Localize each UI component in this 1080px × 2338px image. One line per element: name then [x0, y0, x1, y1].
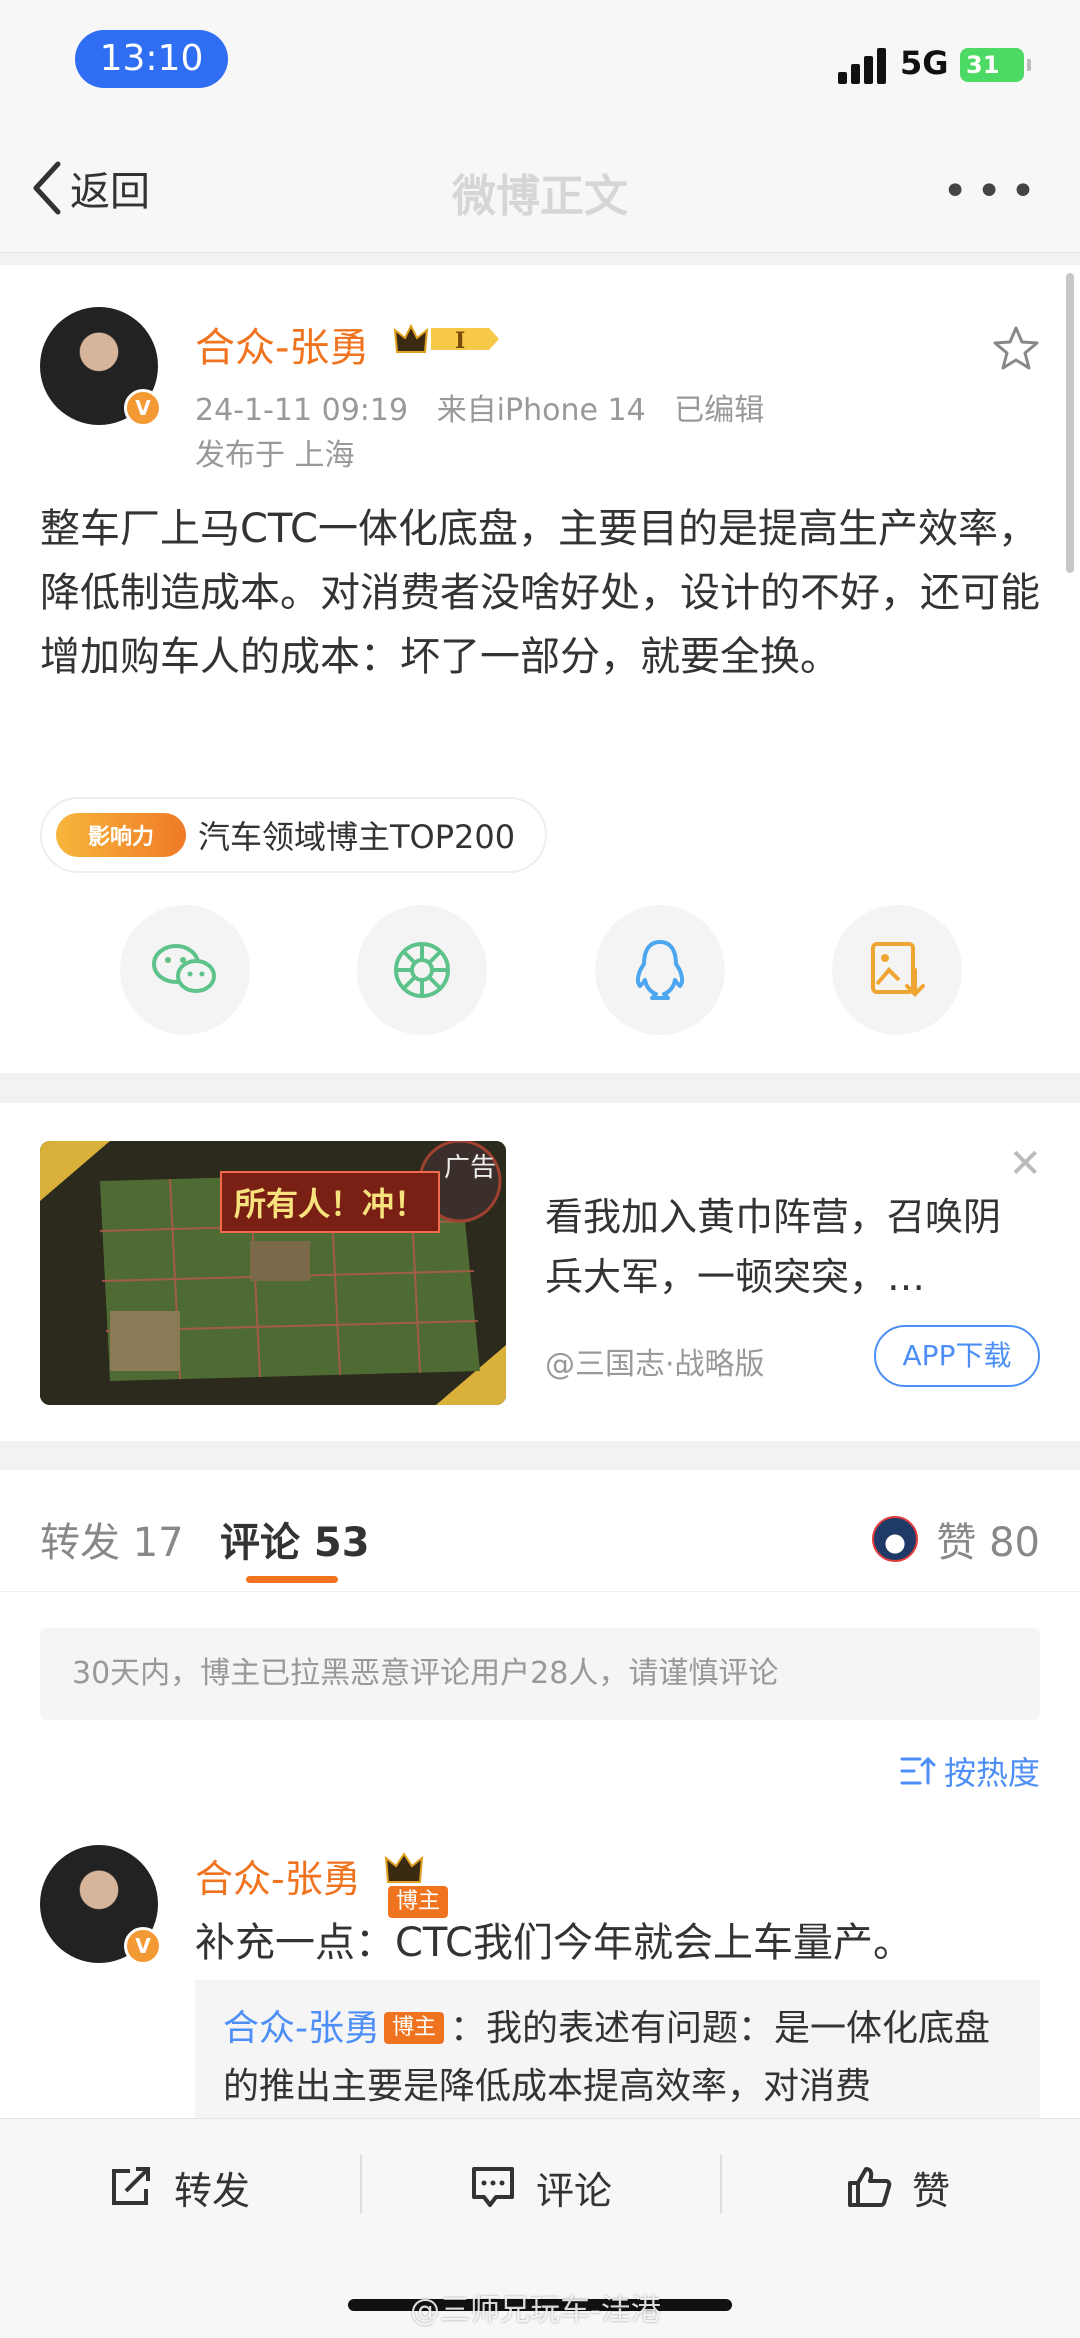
author-name[interactable]: 合众-张勇 — [195, 315, 369, 373]
comment-text: 补充一点：CTC我们今年就会上车量产。 — [195, 1920, 913, 1966]
qq-icon — [635, 940, 685, 1000]
more-icon[interactable]: ••• — [942, 166, 1044, 217]
repost-icon — [112, 2167, 150, 2205]
post-card: V 合众-张勇 I 24-1-11 09:19 来自iPhone 14 已编辑 … — [0, 265, 1080, 1073]
reply-blogger-tag: 博主 — [384, 2012, 445, 2044]
penguin-icon — [872, 1516, 919, 1562]
bottom-action-bar: 转发 评论 赞 @三师兄玩车-洼港 — [0, 2118, 1080, 2338]
comment-author[interactable]: 合众-张勇 — [195, 1848, 361, 1903]
repost-button[interactable]: 转发 — [108, 2157, 250, 2217]
post-time: 24-1-11 09:19 — [195, 393, 409, 428]
reply-author[interactable]: 合众-张勇 — [223, 2008, 380, 2049]
tab-active-indicator — [246, 1576, 338, 1583]
sort-label: 按热度 — [943, 1754, 1040, 1792]
sort-icon — [900, 1756, 936, 1785]
vip-crown-icon: I — [393, 323, 499, 354]
close-icon[interactable]: ✕ — [1008, 1141, 1042, 1187]
comment-avatar[interactable]: V — [40, 1845, 162, 1965]
app-download-button[interactable]: APP下载 — [874, 1325, 1040, 1387]
influence-text: 汽车领域博主TOP200 — [198, 818, 516, 856]
save-image-button[interactable] — [832, 905, 962, 1035]
sort-button[interactable]: 按热度 — [900, 1748, 1040, 1794]
post-body: 整车厂上马CTC一体化底盘，主要目的是提高生产效率，降低制造成本。对消费者没啥好… — [40, 506, 1040, 680]
comment-icon — [472, 2167, 514, 2207]
post-meta: 24-1-11 09:19 来自iPhone 14 已编辑 — [195, 385, 764, 429]
crown-icon — [384, 1852, 424, 1883]
ad-label: 广告 — [443, 1153, 496, 1183]
tab-likes[interactable]: 赞 80 — [872, 1510, 1040, 1568]
post-location: 发布于 上海 — [195, 438, 355, 473]
battery-icon: 31 — [960, 48, 1031, 82]
divider — [360, 2155, 362, 2213]
post-source: 来自iPhone 14 — [436, 393, 646, 428]
page-title: 微博正文 — [452, 171, 628, 222]
divider — [720, 2155, 722, 2213]
reply-preview[interactable]: 合众-张勇 博主 ：我的表述有问题：是一体化底盘的推出主要是降低成本提高效率，对消费 — [195, 1980, 1040, 2118]
ad-text[interactable]: 看我加入黄巾阵营，召唤阴兵大军，一顿突突，… — [545, 1187, 1025, 1307]
share-row — [120, 905, 962, 1035]
repost-label: 转发 — [174, 2168, 251, 2213]
tab-bar: 转发 17 评论 53 赞 80 — [0, 1470, 1080, 1592]
comment-button[interactable]: 评论 — [470, 2157, 612, 2217]
network-label: 5G — [900, 44, 949, 82]
like-button[interactable]: 赞 — [846, 2157, 950, 2217]
ad-image[interactable]: 所有人！冲！ 广告 — [40, 1141, 506, 1405]
share-moments-button[interactable] — [357, 905, 487, 1035]
post-edited[interactable]: 已编辑 — [674, 393, 764, 428]
status-time: 13:10 — [75, 30, 228, 88]
verified-icon: V — [124, 389, 162, 427]
comment-notice: 30天内，博主已拉黑恶意评论用户28人，请谨慎评论 — [40, 1628, 1040, 1720]
like-label: 赞 — [912, 2168, 951, 2213]
ad-card[interactable]: 所有人！冲！ 广告 ✕ 看我加入黄巾阵营，召唤阴兵大军，一顿突突，… @三国志·… — [0, 1103, 1080, 1441]
nav-bar: 返回 微博正文 ••• — [0, 120, 1080, 253]
share-qq-button[interactable] — [595, 905, 725, 1035]
comments-section: 转发 17 评论 53 赞 80 30天内，博主已拉黑恶意评论用户28人，请谨慎… — [0, 1470, 1080, 2118]
tab-comment[interactable]: 评论 53 — [220, 1510, 370, 1568]
wechat-icon — [152, 944, 216, 993]
likes-count: 赞 80 — [936, 1520, 1040, 1566]
vip-level: I — [455, 328, 465, 354]
comment-label: 评论 — [536, 2168, 613, 2213]
scrollbar[interactable] — [1066, 273, 1074, 573]
signal-icon — [838, 46, 888, 84]
moments-icon — [394, 942, 450, 998]
ad-banner-text: 所有人！冲！ — [220, 1171, 441, 1233]
star-icon[interactable] — [992, 325, 1040, 371]
influence-badge[interactable]: 影响力 汽车领域博主TOP200 — [40, 797, 548, 873]
comment-vip-badge: 博主 — [384, 1850, 484, 1918]
save-image-icon — [871, 942, 925, 997]
watermark: @三师兄玩车-洼港 — [410, 2293, 661, 2328]
ad-source[interactable]: @三国志·战略版 — [545, 1339, 765, 1383]
status-bar: 13:10 5G 31 — [0, 0, 1080, 120]
thumbs-up-icon — [848, 2167, 892, 2207]
influence-logo: 影响力 — [56, 813, 186, 857]
share-wechat-button[interactable] — [120, 905, 250, 1035]
author-avatar[interactable]: V — [40, 307, 162, 427]
tab-repost[interactable]: 转发 17 — [40, 1510, 184, 1568]
verified-icon: V — [124, 1927, 162, 1965]
